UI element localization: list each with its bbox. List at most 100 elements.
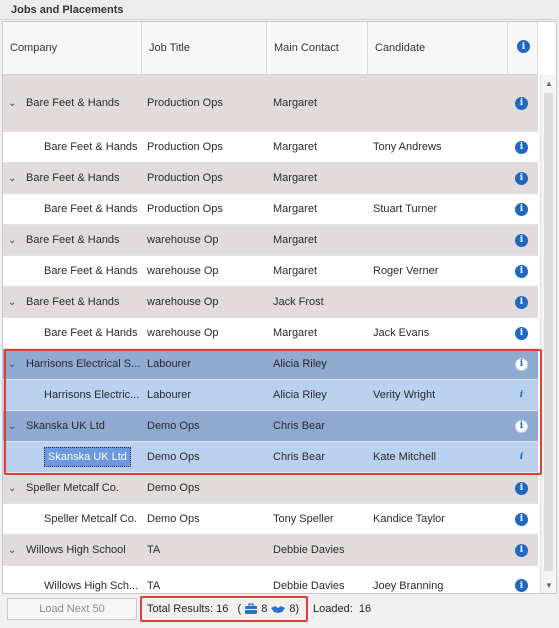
jobs-count: 8	[261, 603, 268, 615]
cell-candidate	[373, 535, 508, 565]
group-row[interactable]: ⌄ Willows High School TA Debbie Davies i	[3, 535, 538, 566]
cell-main-contact: Margaret	[273, 203, 318, 215]
table-row[interactable]: Bare Feet & Hands warehouse Op Margaret Jac…	[3, 318, 538, 349]
info-icon[interactable]: i	[515, 225, 528, 255]
info-icon[interactable]: i	[515, 442, 528, 472]
cell-candidate: Tony Andrews	[373, 141, 442, 153]
group-row[interactable]: ⌄ Speller Metcalf Co. Demo Ops i	[3, 473, 538, 504]
briefcase-icon	[245, 603, 258, 614]
column-header-info[interactable]: i	[508, 22, 538, 75]
info-icon[interactable]: i	[515, 504, 528, 534]
loaded-count: Loaded: 16	[313, 603, 371, 615]
cell-job-title: warehouse Op	[147, 296, 219, 308]
table-row[interactable]: Skanska UK Ltd Demo Ops Chris Bear Kate Mit…	[3, 442, 538, 473]
handshake-icon	[271, 606, 286, 613]
table-row[interactable]: Speller Metcalf Co. Demo Ops Tony Speller K…	[3, 504, 538, 535]
cell-candidate: Kate Mitchell	[373, 451, 436, 463]
group-row[interactable]: ⌄ Bare Feet & Hands Production Ops Margaret…	[3, 75, 538, 132]
group-row[interactable]: ⌄ Skanska UK Ltd Demo Ops Chris Bear i	[3, 411, 538, 442]
group-row[interactable]: ⌄ Bare Feet & Hands Production Ops Margaret…	[3, 163, 538, 194]
chevron-down-icon[interactable]: ⌄	[8, 287, 16, 317]
info-icon[interactable]: i	[515, 349, 528, 379]
cell-candidate	[373, 225, 508, 255]
cell-candidate	[373, 411, 508, 441]
cell-job-title: warehouse Op	[147, 265, 219, 277]
vertical-scrollbar[interactable]: ▲ ▼	[540, 75, 556, 593]
cell-company: Bare Feet & Hands	[44, 203, 138, 215]
load-next-button[interactable]: Load Next 50	[7, 598, 137, 620]
cell-company: Speller Metcalf Co.	[26, 482, 119, 494]
column-header-job-title[interactable]: Job Title	[142, 22, 267, 75]
cell-job-title: Demo Ops	[147, 513, 200, 525]
cell-company: Bare Feet & Hands	[26, 172, 120, 184]
cell-company: Skanska UK Ltd	[44, 442, 142, 472]
info-icon[interactable]: i	[515, 75, 528, 131]
cell-company: Bare Feet & Hands	[44, 327, 138, 339]
chevron-down-icon[interactable]: ⌄	[8, 349, 16, 379]
info-icon[interactable]: i	[515, 318, 528, 348]
grid-footer: Load Next 50 Total Results: 16 ( 8 8) Lo…	[0, 596, 559, 628]
column-header-candidate[interactable]: Candidate	[368, 22, 508, 75]
info-icon[interactable]: i	[515, 380, 528, 410]
column-header-company[interactable]: Company	[3, 22, 142, 75]
chevron-down-icon[interactable]: ⌄	[8, 473, 16, 503]
open-paren: (	[237, 603, 242, 615]
table-row[interactable]: Bare Feet & Hands Production Ops Margaret T…	[3, 132, 538, 163]
scroll-thumb[interactable]	[544, 93, 553, 571]
column-header-main-contact[interactable]: Main Contact	[267, 22, 368, 75]
scroll-up-icon[interactable]: ▲	[541, 75, 556, 91]
info-icon[interactable]: i	[515, 132, 528, 162]
info-icon[interactable]: i	[515, 535, 528, 565]
grid-rows: ⌄ Bare Feet & Hands Production Ops Margaret…	[3, 75, 538, 593]
info-icon[interactable]: i	[515, 473, 528, 503]
cell-main-contact: Debbie Davies	[273, 544, 345, 556]
chevron-down-icon[interactable]: ⌄	[8, 75, 16, 131]
cell-company: Harrisons Electric...	[44, 389, 140, 401]
info-icon[interactable]: i	[515, 287, 528, 317]
cell-job-title: TA	[147, 544, 161, 556]
group-row[interactable]: ⌄ Bare Feet & Hands warehouse Op Margaret i	[3, 225, 538, 256]
placements-count: 8)	[289, 603, 300, 615]
table-row[interactable]: Harrisons Electric... Labourer Alicia Rile…	[3, 380, 538, 411]
chevron-down-icon[interactable]: ⌄	[8, 535, 16, 565]
total-results-value: 16	[216, 603, 229, 615]
chevron-down-icon[interactable]: ⌄	[8, 225, 16, 255]
info-icon[interactable]: i	[515, 256, 528, 286]
info-icon[interactable]: i	[515, 163, 528, 193]
cell-main-contact: Margaret	[273, 97, 318, 109]
cell-job-title: Demo Ops	[147, 482, 200, 494]
grid-header: Company Job Title Main Contact Candidate…	[3, 22, 538, 75]
cell-main-contact: Margaret	[273, 172, 318, 184]
cell-main-contact: Margaret	[273, 265, 318, 277]
table-row[interactable]: Bare Feet & Hands warehouse Op Margaret Rog…	[3, 256, 538, 287]
group-row[interactable]: ⌄ Harrisons Electrical S... Labourer Alicia…	[3, 349, 538, 380]
cell-candidate	[373, 349, 508, 379]
cell-job-title: TA	[147, 579, 161, 592]
cell-job-title: Production Ops	[147, 172, 223, 184]
cell-job-title: warehouse Op	[147, 234, 219, 246]
scroll-down-icon[interactable]: ▼	[541, 577, 556, 593]
chevron-down-icon[interactable]: ⌄	[8, 163, 16, 193]
cell-main-contact: Chris Bear	[273, 451, 325, 463]
cell-job-title: Production Ops	[147, 97, 223, 109]
cell-company: Speller Metcalf Co.	[44, 513, 137, 525]
cell-candidate: Roger Verner	[373, 265, 439, 277]
info-icon[interactable]: i	[515, 411, 528, 441]
panel-title: Jobs and Placements	[0, 0, 559, 20]
cell-main-contact: Margaret	[273, 327, 318, 339]
cell-job-title: warehouse Op	[147, 327, 219, 339]
table-row[interactable]: Bare Feet & Hands Production Ops Margaret S…	[3, 194, 538, 225]
chevron-down-icon[interactable]: ⌄	[8, 411, 16, 441]
info-icon[interactable]: i	[515, 194, 528, 224]
table-row[interactable]: Willows High Sch... TA Debbie Davies Joey B…	[3, 566, 538, 593]
group-row[interactable]: ⌄ Bare Feet & Hands warehouse Op Jack Frost…	[3, 287, 538, 318]
cell-main-contact: Alicia Riley	[273, 389, 327, 401]
cell-main-contact	[273, 473, 368, 503]
cell-candidate: Verity Wright	[373, 389, 436, 401]
cell-candidate	[373, 75, 508, 131]
cell-job-title: Production Ops	[147, 141, 223, 153]
cell-company: Willows High Sch...	[44, 579, 139, 592]
info-icon: i	[517, 40, 537, 53]
info-icon[interactable]: i	[515, 566, 528, 593]
cell-main-contact: Jack Frost	[273, 296, 324, 308]
